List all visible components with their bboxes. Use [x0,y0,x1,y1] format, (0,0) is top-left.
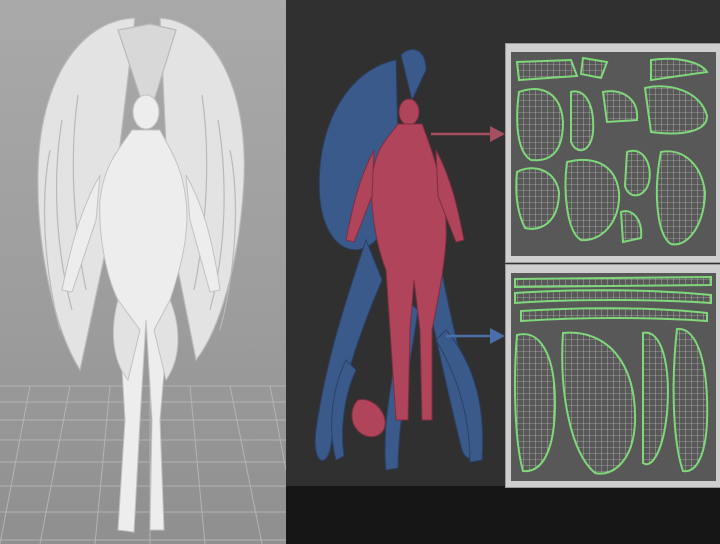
sculpt-viewport [0,0,286,544]
uv-islands-top [515,56,709,246]
uv-canvas-bottom [511,273,716,481]
uv-canvas-top [511,52,716,256]
uv-layout-bottom [505,264,720,488]
sculpt-render [0,17,286,544]
floor-grid [0,385,286,544]
bottom-strip [286,486,720,544]
uv-islands-bottom [514,275,712,475]
arrow-right-icon [431,126,505,142]
uv-layout-top [505,43,720,263]
